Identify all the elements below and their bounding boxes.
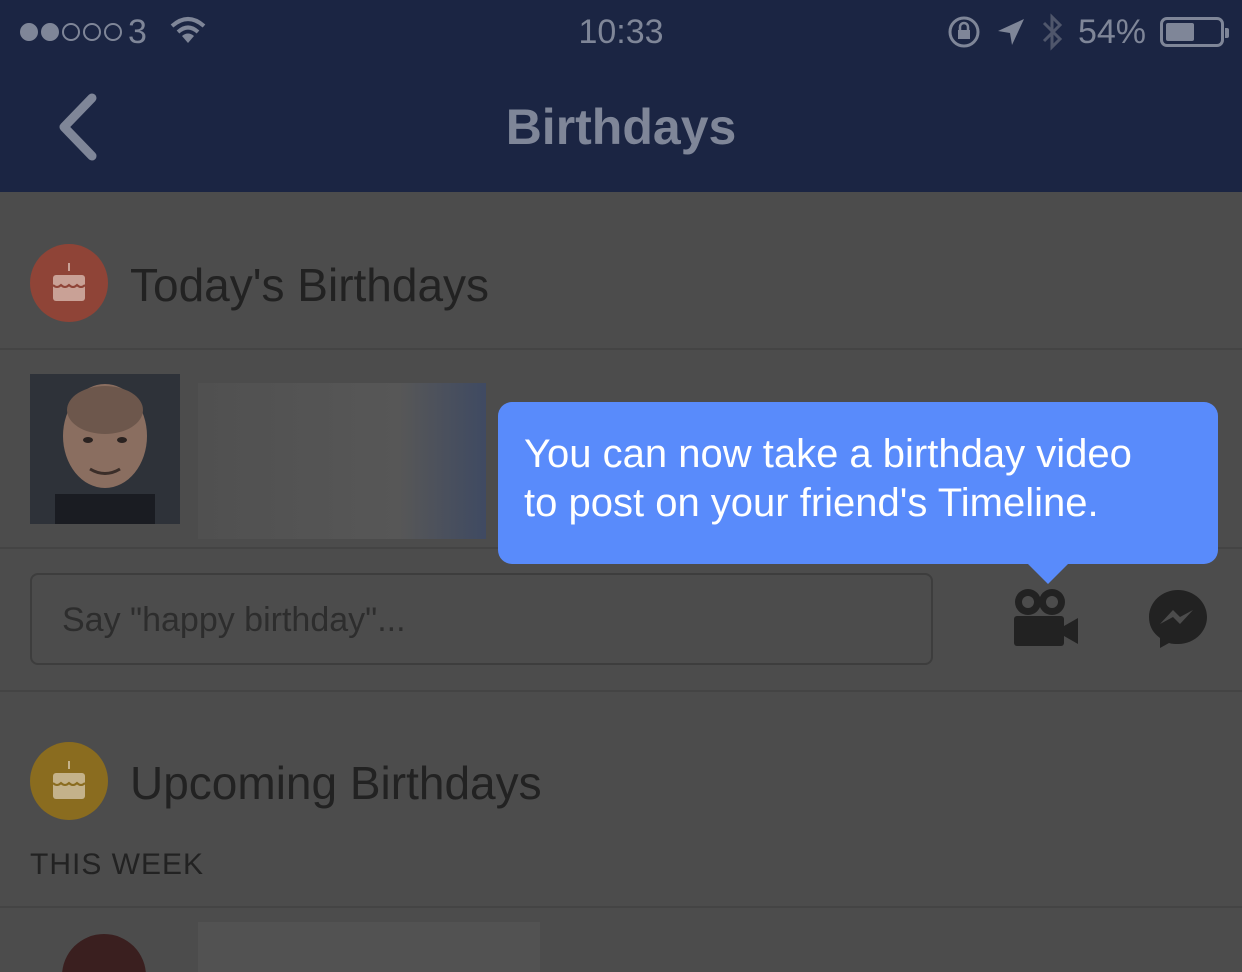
battery-icon	[1160, 17, 1229, 47]
tooltip-line: to post on your friend's Timeline.	[524, 481, 1099, 525]
friend-name-blurred	[198, 922, 540, 972]
tooltip-line: You can now take a birthday video	[524, 432, 1132, 476]
video-camera-icon[interactable]	[1008, 586, 1080, 650]
messenger-icon[interactable]	[1147, 588, 1209, 650]
page-title: Birthdays	[505, 99, 737, 155]
video-tooltip[interactable]: You can now take a birthday video to pos…	[498, 402, 1218, 584]
upcoming-birthdays-heading: Upcoming Birthdays	[130, 757, 542, 809]
bluetooth-icon	[1042, 13, 1063, 51]
avatar[interactable]	[30, 374, 180, 524]
location-arrow-icon	[997, 19, 1024, 45]
friend-name-blurred	[198, 383, 486, 539]
rotation-lock-icon	[948, 16, 980, 48]
status-bar: 3 10:33 54%	[0, 0, 1242, 64]
top-bar: 3 10:33 54% Birthdays	[0, 0, 1242, 192]
birthday-message-input[interactable]: Say "happy birthday"...	[30, 573, 933, 665]
todays-birthdays-heading: Today's Birthdays	[130, 259, 490, 311]
birthday-cake-icon	[30, 244, 108, 322]
birthday-cake-icon	[30, 742, 108, 820]
divider	[0, 348, 1242, 350]
input-placeholder: Say "happy birthday"...	[62, 601, 406, 639]
divider	[0, 906, 1242, 908]
battery-percent: 54%	[1077, 12, 1146, 51]
divider	[0, 690, 1242, 692]
this-week-label: THIS WEEK	[30, 848, 205, 881]
tooltip-arrow	[1028, 564, 1068, 584]
